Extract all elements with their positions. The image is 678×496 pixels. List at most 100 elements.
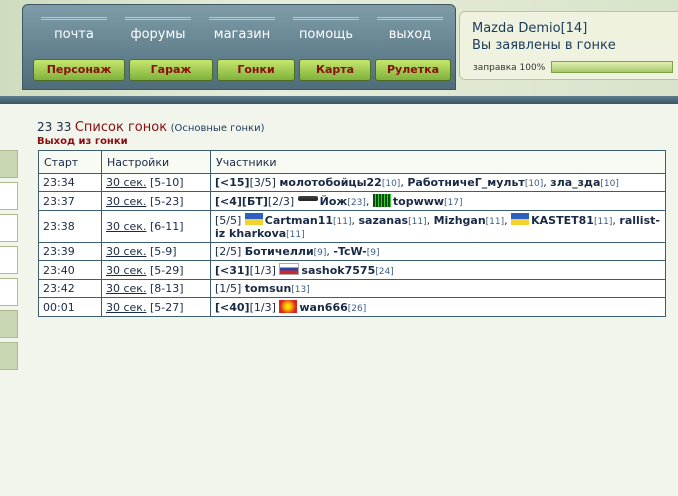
start-time-cell: 00:01 [38,297,102,317]
table-row: 23:40 30 сек. [5-29] [<31][1/3] sashok7575… [38,260,666,280]
participant-name[interactable]: tomsun [245,282,292,295]
page-heading: 23 33 Список гонок (Основные гонки) [37,120,265,135]
participant-name[interactable]: sashok7575 [301,264,375,277]
side-tab[interactable] [0,246,18,274]
settings-cell: 30 сек. [5-10] [101,173,211,192]
participant-level: [11] [286,230,305,240]
participant-count: [2/3] [267,195,295,208]
participant-name[interactable]: зла_зда [550,176,600,189]
participant-count: [2/5] [215,245,242,258]
table-row: 23:39 30 сек. [5-9] [2/5] Ботичелли[9], -T… [38,242,666,261]
participant-name[interactable]: Mizhgan [434,214,486,227]
join-race-link[interactable]: 30 сек. [106,245,146,258]
level-range: [8-13] [149,282,184,295]
join-race-link[interactable]: 30 сек. [106,301,146,314]
nav-shop-link[interactable]: магазин [209,17,275,50]
settings-cell: 30 сек. [6-11] [101,210,211,243]
player-info-panel: Mazda Demio[14] Вы заявлены в гонке запр… [459,11,678,80]
flame-clan-icon [279,300,298,313]
side-tab[interactable] [0,278,18,306]
russia-flag-icon [279,263,300,275]
participant-level: [23] [347,198,366,208]
level-range: [5-10] [149,176,184,189]
roulette-button[interactable]: Рулетка [375,59,451,81]
level-range: [5-9] [149,245,177,258]
garage-button[interactable]: Гараж [129,59,213,81]
car-name[interactable]: Mazda Demio[14] [472,21,587,36]
side-tab[interactable] [0,214,18,242]
join-race-link[interactable]: 30 сек. [106,282,146,295]
participant-name[interactable]: РаботничеГ_мульт [407,176,524,189]
participant-level: [9] [313,248,327,258]
participant-name[interactable]: Йож [320,195,348,208]
table-row: 23:37 30 сек. [5-23] [<4][БТ][2/3] Йож[23]… [38,191,666,211]
participant-name[interactable]: sazanas [358,214,408,227]
race-restriction: [<40] [215,301,250,314]
participant-name[interactable]: молотобойцы22 [279,176,381,189]
start-time-cell: 23:39 [38,242,102,261]
participants-cell: [2/5] Ботичелли[9], -TcW-[9] [210,242,666,261]
participant-level: [13] [291,285,310,295]
side-tab[interactable] [0,342,18,370]
join-race-link[interactable]: 30 сек. [106,264,146,277]
race-list-body: 23:34 30 сек. [5-10] [<15][3/5] молотобойц… [38,173,666,317]
join-race-link[interactable]: 30 сек. [106,220,146,233]
participant-level: [11] [593,217,613,227]
nav-logout-link[interactable]: выход [377,17,443,50]
participants-cell: [<31][1/3] sashok7575[24] [210,260,666,280]
participant-level: [9] [366,248,380,258]
participant-name[interactable]: KASTET81 [531,214,594,227]
participant-count: [3/5] [249,176,276,189]
participant-name[interactable]: wan666 [299,301,347,314]
participant-count: [1/3] [249,301,276,314]
start-time-cell: 23:38 [38,210,102,243]
table-header-row: Старт Настройки Участники [38,150,666,174]
nav-help-link[interactable]: помощь [293,17,359,50]
participant-level: [10] [524,179,544,189]
participant-level: [11] [485,217,505,227]
settings-cell: 30 сек. [5-23] [101,191,211,211]
participant-level: [10] [600,179,619,189]
page-title: Список гонок [74,120,168,135]
top-bar: почта форумы магазин помощь выход Персон… [0,0,678,96]
nav-mail-link[interactable]: почта [41,17,107,50]
fuel-bar-fill [552,62,672,72]
participant-level: [17] [444,198,463,208]
race-list-table: Старт Настройки Участники 23:34 30 сек. [… [38,150,666,317]
races-button[interactable]: Гонки [217,59,295,81]
side-tab[interactable] [0,310,18,338]
nav-forums-link[interactable]: форумы [125,17,191,50]
map-button[interactable]: Карта [299,59,371,81]
participant-name[interactable]: Cartman11 [265,214,333,227]
settings-cell: 30 сек. [5-29] [101,260,211,280]
participant-count: [5/5] [215,214,242,227]
level-range: [5-23] [149,194,184,208]
server-time: 23 33 [37,120,72,134]
character-button[interactable]: Персонаж [33,59,125,81]
table-row: 23:42 30 сек. [8-13] [1/5] tomsun[13] [38,279,666,298]
participants-cell: [<4][БТ][2/3] Йож[23], topwww[17] [210,191,666,211]
start-time-cell: 23:37 [38,191,102,211]
participant-name[interactable]: Ботичелли [245,245,314,258]
side-tab[interactable] [0,150,18,178]
start-time-cell: 23:34 [38,173,102,192]
leave-race-link[interactable]: Выход из гонки [37,136,128,147]
fuel-bar [551,61,673,73]
participant-name[interactable]: -TcW- [333,245,366,258]
participant-level: [24] [375,267,394,277]
join-race-link[interactable]: 30 сек. [106,195,146,208]
header-divider [0,96,678,104]
join-race-link[interactable]: 30 сек. [106,176,146,189]
page-subtitle[interactable]: (Основные гонки) [171,123,265,134]
side-tab[interactable] [0,182,18,210]
column-settings: Настройки [101,150,211,174]
settings-cell: 30 сек. [5-27] [101,297,211,317]
fuel-label: заправка 100% [473,63,546,73]
participant-level: [10] [381,179,401,189]
ukraine-flag-icon [244,213,263,225]
participant-name[interactable]: topwww [393,195,444,208]
settings-cell: 30 сек. [5-9] [101,242,211,261]
main-nav: почта форумы магазин помощь выход Персон… [22,4,456,90]
start-time-cell: 23:42 [38,279,102,298]
table-row: 23:34 30 сек. [5-10] [<15][3/5] молотобойц… [38,173,666,192]
